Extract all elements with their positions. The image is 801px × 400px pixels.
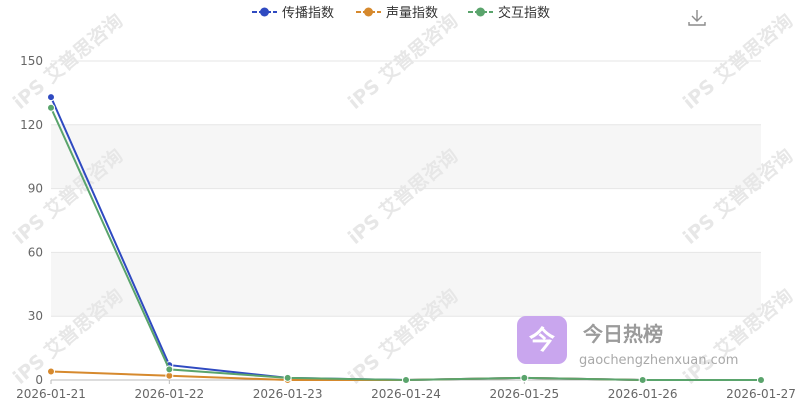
x-tick-label: 2026-01-26 bbox=[608, 387, 678, 400]
y-tick-label: 90 bbox=[28, 182, 43, 196]
data-point bbox=[757, 376, 765, 384]
legend-marker-dot bbox=[364, 7, 373, 17]
legend-label: 声量指数 bbox=[386, 6, 438, 21]
data-point bbox=[47, 93, 55, 102]
plot-band bbox=[51, 252, 761, 317]
legend: 传播指数 声量指数 交互指数 bbox=[252, 5, 550, 21]
data-point bbox=[402, 376, 410, 384]
chart-canvas: iPS 艾普思咨询 iPS 艾普思咨询 iPS 艾普思咨询iPS 艾普思咨询 iPS … bbox=[8, 5, 797, 400]
x-tick-label: 2026-01-25 bbox=[489, 387, 559, 400]
data-point bbox=[520, 373, 529, 382]
brand-logo-char: 今 bbox=[529, 325, 555, 356]
y-tick-label: 150 bbox=[20, 54, 43, 68]
data-point bbox=[638, 376, 647, 384]
x-tick-label: 2026-01-22 bbox=[134, 387, 204, 400]
data-point bbox=[283, 373, 292, 382]
legend-label: 交互指数 bbox=[498, 5, 550, 21]
data-point bbox=[47, 367, 55, 376]
y-tick-label: 120 bbox=[20, 118, 43, 132]
x-tick-label: 2026-01-27 bbox=[726, 387, 796, 400]
brand-name: 今日热榜 bbox=[583, 322, 663, 346]
brand-url: gaochengzhenxuan.com bbox=[579, 353, 738, 368]
data-point bbox=[47, 103, 55, 112]
x-tick-label: 2026-01-23 bbox=[253, 387, 323, 400]
legend-marker-dot bbox=[476, 7, 485, 17]
y-tick-label: 60 bbox=[28, 245, 43, 259]
y-tick-label: 30 bbox=[28, 309, 43, 323]
data-point bbox=[165, 365, 174, 374]
download-icon[interactable] bbox=[688, 10, 706, 26]
x-tick-label: 2026-01-21 bbox=[16, 387, 86, 400]
legend-label: 传播指数 bbox=[282, 6, 334, 21]
x-tick-label: 2026-01-24 bbox=[371, 387, 441, 400]
y-tick-label: 0 bbox=[35, 373, 43, 387]
legend-marker-dot bbox=[260, 7, 269, 17]
